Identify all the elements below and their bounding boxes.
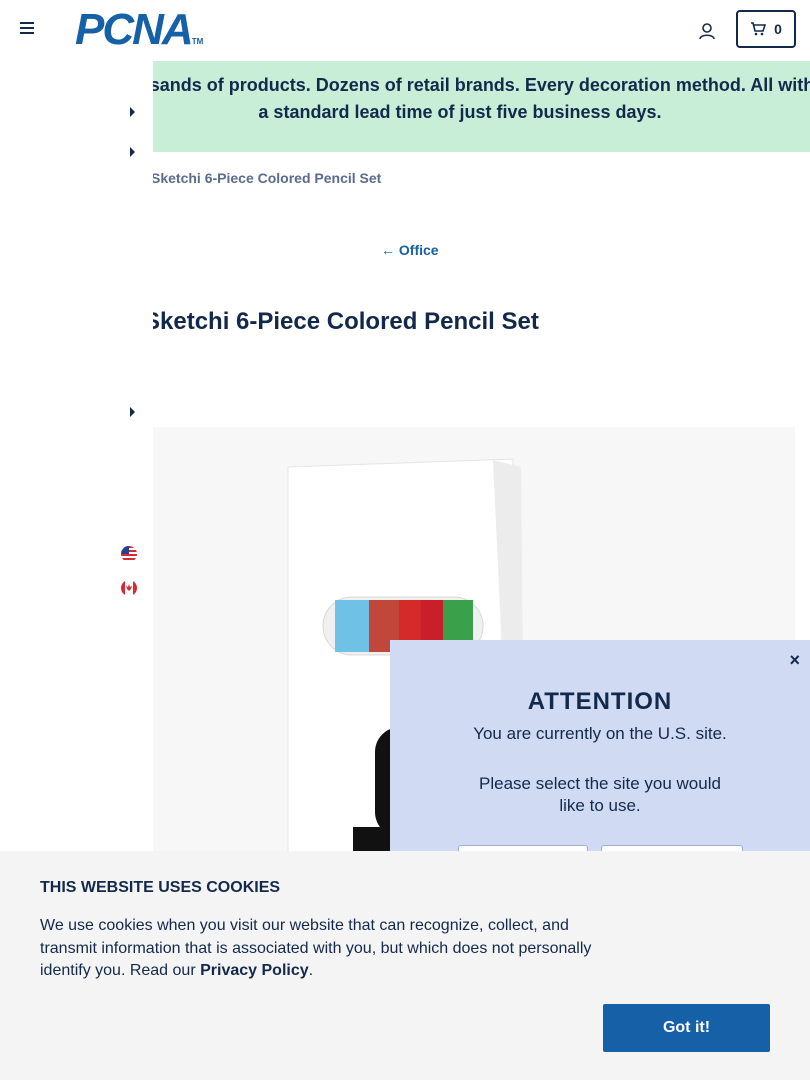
- cookie-title: THIS WEBSITE USES COOKIES: [40, 879, 281, 896]
- cart-button[interactable]: 0: [736, 10, 796, 48]
- back-link-label: Office: [398, 242, 439, 258]
- back-to-category-link[interactable]: ← Office: [381, 242, 439, 258]
- arrow-left-icon: ←: [381, 242, 395, 258]
- cart-icon: [751, 22, 767, 36]
- account-icon[interactable]: [697, 21, 717, 41]
- cookie-banner: THIS WEBSITE USES COOKIES We use cookies…: [0, 851, 810, 1080]
- promo-banner-text: Thousands of products. Dozens of retail …: [105, 75, 810, 122]
- breadcrumb[interactable]: Sketchi 6-Piece Colored Pencil Set: [151, 170, 381, 186]
- pcna-logo[interactable]: PCNATM: [75, 8, 204, 62]
- us-flag-icon[interactable]: [121, 546, 137, 562]
- cookie-body: We use cookies when you visit our websit…: [40, 917, 592, 979]
- canada-flag-icon[interactable]: [121, 580, 137, 596]
- privacy-policy-link[interactable]: Privacy Policy: [200, 962, 309, 979]
- close-icon[interactable]: ×: [789, 650, 800, 671]
- modal-title: ATTENTION: [527, 688, 673, 715]
- accept-cookies-button[interactable]: Got it!: [603, 1004, 770, 1052]
- cookie-period: .: [308, 962, 314, 979]
- menu-icon[interactable]: [20, 22, 36, 38]
- logo-text: PCNA: [75, 5, 194, 54]
- logo-tm: TM: [191, 37, 204, 46]
- product-title: Sketchi 6-Piece Colored Pencil Set: [144, 308, 539, 335]
- left-nav-panel: [0, 61, 153, 861]
- chevron-right-icon[interactable]: [130, 147, 135, 157]
- cookie-text: We use cookies when you visit our websit…: [40, 915, 610, 983]
- modal-prompt: Please select the site you would like to…: [479, 774, 721, 815]
- chevron-right-icon[interactable]: [130, 107, 135, 117]
- cart-count: 0: [774, 21, 782, 37]
- modal-message: You are currently on the U.S. site.: [473, 724, 727, 743]
- site-header: PCNATM 0: [0, 0, 810, 60]
- chevron-right-icon[interactable]: [130, 407, 135, 417]
